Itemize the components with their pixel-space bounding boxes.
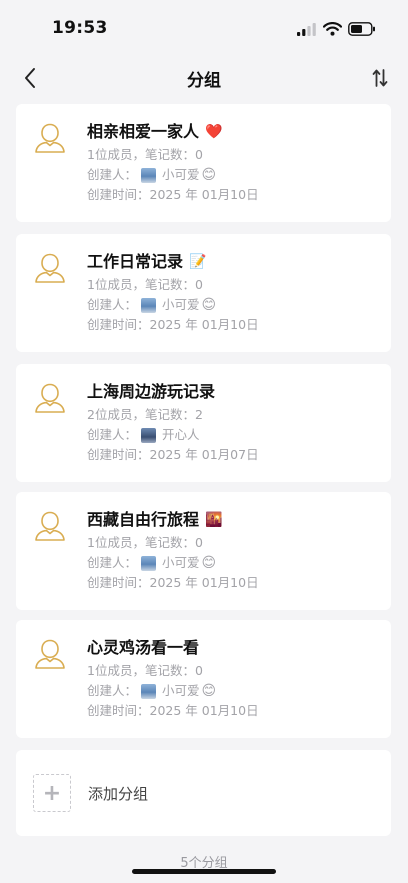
group-name-line: 工作日常记录 📝	[87, 251, 259, 273]
created-line: 创建时间： 2025 年 01月07日	[87, 447, 259, 463]
created-label: 创建时间：	[87, 447, 150, 462]
group-name: 西藏自由行旅程	[87, 510, 200, 529]
add-group-button[interactable]: + 添加分组	[16, 750, 391, 836]
group-name-line: 上海周边游玩记录	[87, 381, 259, 403]
sort-icon	[372, 69, 388, 87]
group-name: 工作日常记录	[87, 252, 184, 271]
sort-button[interactable]	[366, 64, 394, 92]
created-label: 创建时间：	[87, 703, 150, 718]
creator-label: 创建人：	[87, 555, 138, 570]
group-stats: 1位成员，笔记数：0	[87, 535, 203, 550]
group-members-icon	[35, 383, 65, 413]
group-card-5[interactable]: 心灵鸡汤看一看 1位成员，笔记数：0 创建人： 小可爱 😊 创建时间： 2025…	[16, 620, 391, 738]
group-members-icon	[35, 253, 65, 283]
group-info: 工作日常记录 📝 1位成员，笔记数：0 创建人： 小可爱 😊 创建时间： 202…	[87, 251, 259, 333]
battery-icon	[348, 22, 375, 36]
created-line: 创建时间： 2025 年 01月10日	[87, 187, 259, 203]
creator-emoji: 😊	[201, 683, 217, 699]
creator-emoji: 😊	[201, 167, 217, 183]
creator-label: 创建人：	[87, 297, 138, 312]
creator-avatar	[141, 427, 157, 443]
creator-name: 小可爱	[162, 167, 200, 182]
creator-emoji: 😊	[201, 555, 217, 571]
group-members-icon	[35, 511, 65, 541]
group-name: 相亲相爱一家人	[87, 122, 200, 141]
group-name: 上海周边游玩记录	[87, 382, 216, 401]
creator-label: 创建人：	[87, 167, 138, 182]
creator-name: 开心人	[162, 427, 200, 442]
group-info: 上海周边游玩记录 2位成员，笔记数：2 创建人： 开心人 创建时间： 2025 …	[87, 381, 259, 463]
creator-name: 小可爱	[162, 683, 200, 698]
creator-avatar	[141, 555, 157, 571]
creator-label: 创建人：	[87, 683, 138, 698]
group-emoji: ❤️	[205, 124, 223, 140]
group-name-line: 相亲相爱一家人 ❤️	[87, 121, 259, 143]
group-stats: 1位成员，笔记数：0	[87, 147, 203, 162]
created-label: 创建时间：	[87, 575, 150, 590]
group-card-1[interactable]: 相亲相爱一家人 ❤️ 1位成员，笔记数：0 创建人： 小可爱 😊 创建时间： 2…	[16, 104, 391, 222]
wifi-icon	[323, 22, 342, 36]
creator-name: 小可爱	[162, 297, 200, 312]
group-emoji: 🌇	[205, 512, 223, 528]
group-name: 心灵鸡汤看一看	[87, 638, 200, 657]
group-card-4[interactable]: 西藏自由行旅程 🌇 1位成员，笔记数：0 创建人： 小可爱 😊 创建时间： 20…	[16, 492, 391, 610]
group-stats: 2位成员，笔记数：2	[87, 407, 203, 422]
created-line: 创建时间： 2025 年 01月10日	[87, 317, 259, 333]
creator-label: 创建人：	[87, 427, 138, 442]
group-stats: 1位成员，笔记数：0	[87, 663, 203, 678]
status-time: 19:53	[52, 18, 108, 38]
group-info: 心灵鸡汤看一看 1位成员，笔记数：0 创建人： 小可爱 😊 创建时间： 2025…	[87, 637, 259, 719]
created-date: 2025 年 01月10日	[149, 187, 259, 202]
nav-bar: 分组	[0, 56, 408, 100]
plus-icon: +	[33, 774, 71, 812]
creator-emoji: 😊	[201, 297, 217, 313]
creator-avatar	[141, 297, 157, 313]
group-emoji: 📝	[189, 254, 207, 270]
creator-line: 创建人： 小可爱 😊	[87, 683, 259, 699]
group-info: 西藏自由行旅程 🌇 1位成员，笔记数：0 创建人： 小可爱 😊 创建时间： 20…	[87, 509, 259, 591]
group-name-line: 西藏自由行旅程 🌇	[87, 509, 259, 531]
status-icons	[297, 22, 376, 36]
group-members-icon	[35, 123, 65, 153]
created-date: 2025 年 01月10日	[149, 703, 259, 718]
created-label: 创建时间：	[87, 317, 150, 332]
group-stats: 1位成员，笔记数：0	[87, 277, 203, 292]
created-label: 创建时间：	[87, 187, 150, 202]
group-info: 相亲相爱一家人 ❤️ 1位成员，笔记数：0 创建人： 小可爱 😊 创建时间： 2…	[87, 121, 259, 203]
creator-line: 创建人： 小可爱 😊	[87, 167, 259, 183]
creator-line: 创建人： 小可爱 😊	[87, 555, 259, 571]
creator-line: 创建人： 开心人	[87, 427, 259, 443]
creator-avatar	[141, 683, 157, 699]
creator-avatar	[141, 167, 157, 183]
created-date: 2025 年 01月10日	[149, 317, 259, 332]
page-title: 分组	[187, 71, 221, 91]
group-card-3[interactable]: 上海周边游玩记录 2位成员，笔记数：2 创建人： 开心人 创建时间： 2025 …	[16, 364, 391, 482]
group-name-line: 心灵鸡汤看一看	[87, 637, 259, 659]
add-group-label: 添加分组	[88, 785, 149, 803]
created-date: 2025 年 01月10日	[149, 575, 259, 590]
home-indicator	[132, 869, 276, 874]
created-line: 创建时间： 2025 年 01月10日	[87, 575, 259, 591]
cellular-signal-icon	[297, 22, 316, 36]
creator-line: 创建人： 小可爱 😊	[87, 297, 259, 313]
group-members-icon	[35, 639, 65, 669]
created-line: 创建时间： 2025 年 01月10日	[87, 703, 259, 719]
creator-name: 小可爱	[162, 555, 200, 570]
created-date: 2025 年 01月07日	[149, 447, 259, 462]
group-card-2[interactable]: 工作日常记录 📝 1位成员，笔记数：0 创建人： 小可爱 😊 创建时间： 202…	[16, 234, 391, 352]
status-bar: 19:53	[0, 0, 408, 52]
